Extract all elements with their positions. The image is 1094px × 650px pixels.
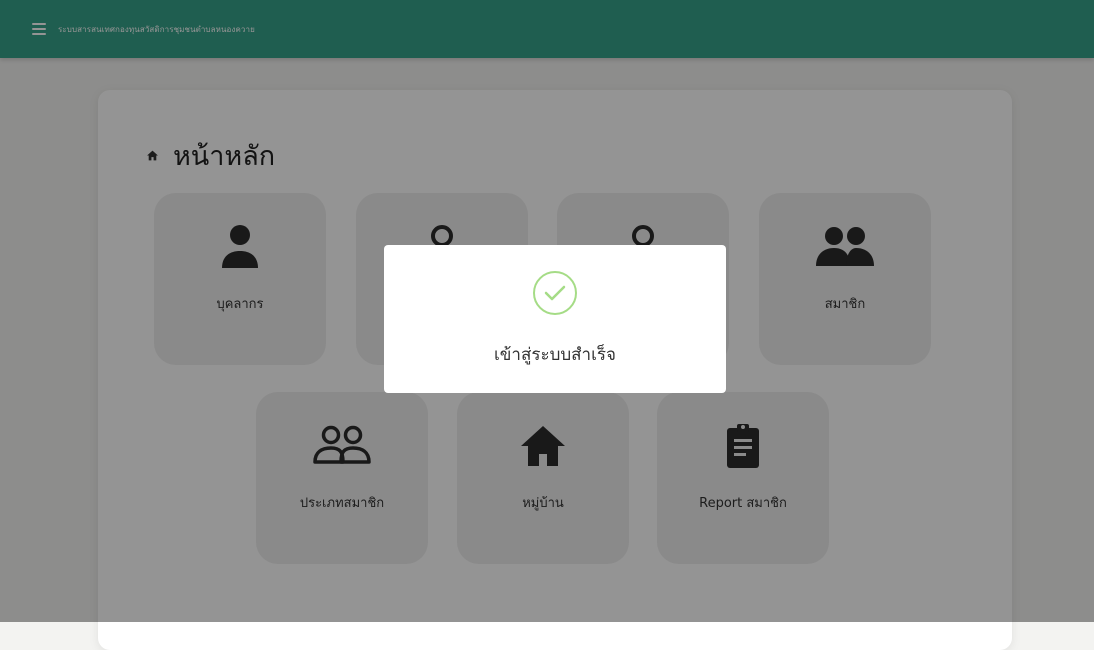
success-message: เข้าสู่ระบบสำเร็จ: [493, 345, 617, 365]
success-check-icon: [533, 271, 577, 315]
success-dialog: เข้าสู่ระบบสำเร็จ: [384, 245, 726, 393]
